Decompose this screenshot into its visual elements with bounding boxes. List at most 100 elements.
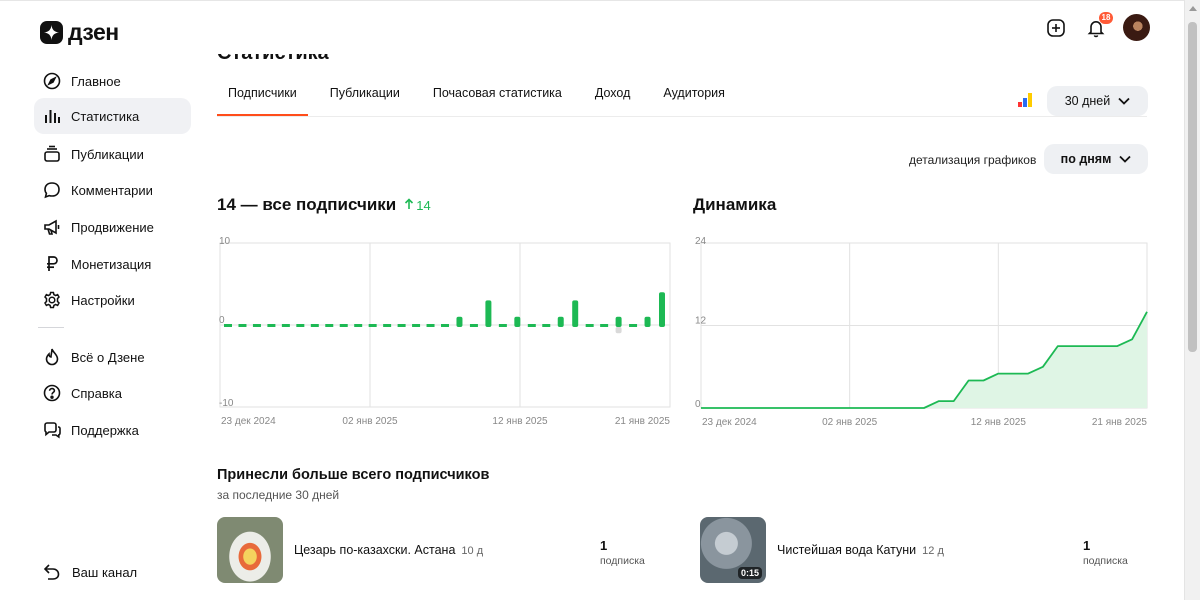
sidebar-item-publications[interactable]: Публикации	[34, 136, 191, 172]
publication-title[interactable]: Чистейшая вода Катуни 12 д	[777, 543, 944, 557]
x-tick-label: 12 янв 2025	[971, 417, 1027, 428]
publication-thumbnail[interactable]: 0:15	[700, 517, 766, 583]
metrika-icon[interactable]	[1018, 93, 1032, 107]
bar-zero	[527, 324, 536, 327]
bar-zero	[267, 324, 276, 327]
x-tick-label: 23 дек 2024	[221, 416, 276, 427]
top-publications-subtitle: за последние 30 дней	[217, 488, 340, 502]
sidebar-item-label: Настройки	[71, 292, 135, 308]
sidebar-item-label: Комментарии	[71, 182, 153, 198]
sidebar-item-support[interactable]: Поддержка	[34, 412, 191, 448]
y-tick-label: 12	[695, 316, 707, 327]
bar-zero	[238, 324, 247, 327]
chart-title-text: Динамика	[693, 195, 777, 214]
tab-hourly-stats[interactable]: Почасовая статистика	[422, 76, 573, 116]
sidebar-item-help[interactable]: Справка	[34, 375, 191, 411]
sidebar-item-label: Справка	[71, 385, 122, 401]
detail-value: по дням	[1060, 152, 1112, 166]
your-channel-link[interactable]: Ваш канал	[42, 562, 137, 582]
your-channel-label: Ваш канал	[72, 564, 138, 580]
bar-positive	[456, 316, 463, 327]
bar-positive	[659, 292, 665, 327]
detail-select[interactable]: по дням	[1044, 144, 1148, 174]
growth-indicator: 14	[404, 198, 431, 213]
sidebar-item-label: Статистика	[71, 108, 140, 124]
chevron-down-icon	[1118, 97, 1130, 105]
comment-icon	[42, 180, 62, 200]
publication-subscribers: 1 подписка	[1083, 538, 1128, 567]
bar-zero	[252, 324, 261, 327]
x-tick-label: 02 янв 2025	[342, 416, 398, 427]
bar-zero	[383, 324, 392, 327]
sidebar-item-label: Всё о Дзене	[71, 349, 145, 365]
subscribers-bar-chart: 10 0 -10 23 дек 2024 02 янв 2025 12 янв 2025 2…	[217, 230, 677, 435]
top-border	[0, 0, 1200, 1]
sidebar-item-main[interactable]: Главное	[34, 63, 191, 99]
chevron-down-icon	[1119, 155, 1131, 163]
publication-title-text: Чистейшая вода Катуни	[777, 543, 917, 557]
subscribers-chart-title: 14 — все подписчики 14	[217, 195, 431, 215]
tab-audience[interactable]: Аудитория	[652, 76, 736, 116]
bar-negative	[615, 327, 622, 334]
sidebar-item-monetization[interactable]: Монетизация	[34, 246, 191, 282]
notifications-badge: 18	[1099, 11, 1113, 24]
y-tick-label: 24	[695, 236, 707, 247]
zen-star-icon	[40, 20, 63, 44]
bar-zero	[397, 324, 406, 327]
sidebar-item-promotion[interactable]: Продвижение	[34, 209, 191, 245]
x-tick-label: 23 дек 2024	[702, 417, 757, 428]
back-arrow-icon	[42, 562, 62, 582]
publication-thumbnail[interactable]	[217, 517, 283, 583]
sidebar-item-label: Монетизация	[71, 256, 152, 272]
sidebar-item-statistics[interactable]: Статистика	[34, 98, 191, 134]
bar-zero	[629, 324, 638, 327]
tab-income[interactable]: Доход	[584, 76, 642, 116]
page-title: Статистика	[217, 42, 329, 64]
sidebar-item-settings[interactable]: Настройки	[34, 282, 191, 318]
publication-subscribers-count: 1	[1083, 538, 1091, 553]
growth-value: 14	[416, 198, 431, 213]
publication-title-text: Цезарь по-казахски. Астана	[294, 543, 456, 557]
list-item[interactable]: 0:15 Чистейшая вода Катуни 12 д	[700, 517, 944, 583]
bar-zero	[296, 324, 305, 327]
sidebar-item-about-zen[interactable]: Всё о Дзене	[34, 339, 191, 375]
arrow-up-icon	[405, 198, 414, 209]
sidebar-item-comments[interactable]: Комментарии	[34, 172, 191, 208]
chat-icon	[42, 420, 62, 440]
stack-icon	[42, 144, 62, 164]
bar-zero	[310, 324, 319, 327]
y-tick-label: 0	[695, 399, 701, 410]
bar-positive	[557, 316, 564, 327]
bar-zero	[498, 324, 507, 327]
sidebar-item-label: Продвижение	[71, 219, 154, 235]
bar-zero	[412, 324, 421, 327]
subscribers-bar-chart-svg: 100-1023 дек 2024 02 янв 2025 12 янв 2025 2…	[219, 236, 671, 427]
area-fill	[701, 311, 1147, 408]
period-select[interactable]: 30 дней	[1047, 86, 1148, 116]
x-tick-label: 12 янв 2025	[492, 416, 548, 427]
publication-subscribers: 1 подписка	[600, 538, 645, 567]
megaphone-icon	[42, 217, 62, 237]
scroll-up-arrow-icon[interactable]	[1189, 6, 1197, 11]
bar-zero	[224, 324, 232, 327]
publication-title[interactable]: Цезарь по-казахски. Астана 10 д	[294, 543, 483, 557]
bar-positive	[514, 316, 521, 327]
x-tick-label: 21 янв 2025	[615, 416, 671, 427]
bar-zero	[585, 324, 594, 327]
create-button[interactable]	[1043, 15, 1069, 41]
dynamics-area-chart-svg: 24 12 023 дек 2024 02 янв 2025 12 янв 2025 21…	[695, 236, 1148, 428]
zen-logo[interactable]: дзен	[40, 19, 119, 45]
notifications-button[interactable]: 18	[1083, 11, 1113, 41]
avatar[interactable]	[1123, 14, 1150, 41]
list-item[interactable]: Цезарь по-казахски. Астана 10 д	[217, 517, 483, 583]
scrollbar[interactable]	[1184, 0, 1200, 600]
tab-subscribers[interactable]: Подписчики	[217, 76, 308, 116]
bar-zero	[600, 324, 609, 327]
bar-zero	[426, 324, 435, 327]
scrollbar-thumb[interactable]	[1188, 22, 1197, 352]
x-tick-label: 21 янв 2025	[1092, 417, 1148, 428]
video-duration: 0:15	[737, 567, 762, 579]
bar-positive	[644, 316, 651, 327]
bar-zero	[281, 324, 290, 327]
tab-publications[interactable]: Публикации	[319, 76, 411, 116]
